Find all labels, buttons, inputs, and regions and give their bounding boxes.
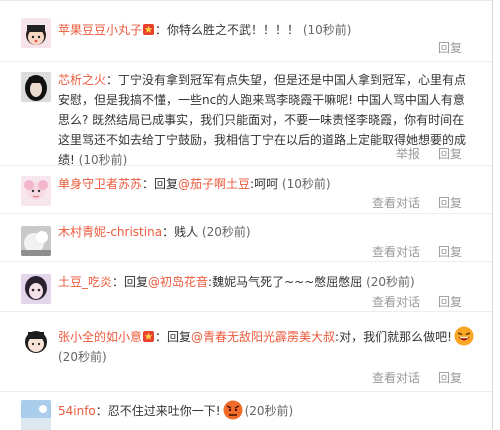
- view-conversation-link[interactable]: 查看对话: [372, 245, 420, 259]
- comment-body: :魏妮马气死了~~~憋屈憋屈: [208, 275, 363, 289]
- comment-body: :呵呵: [250, 177, 279, 191]
- avatar[interactable]: [21, 326, 51, 356]
- username-link[interactable]: 单身守卫者苏苏: [58, 177, 142, 191]
- username-link[interactable]: 芯析之火: [58, 73, 106, 87]
- username-link[interactable]: 苹果豆豆小丸子: [58, 23, 142, 37]
- view-conversation-link[interactable]: 查看对话: [372, 295, 420, 309]
- comment-time: (10秒前): [281, 177, 331, 191]
- comment-text: 单身守卫者苏苏：回复@茄子啊土豆:呵呵 (10秒前): [58, 174, 476, 194]
- view-conversation-link[interactable]: 查看对话: [372, 196, 420, 210]
- username-link[interactable]: 张小全的如小意: [58, 330, 142, 344]
- reply-link[interactable]: 回复: [438, 41, 462, 55]
- comment-actions: 查看对话 回复: [354, 294, 462, 310]
- comment-actions: 查看对话 回复: [354, 370, 462, 386]
- avatar[interactable]: [21, 274, 51, 304]
- avatar[interactable]: [21, 18, 51, 48]
- avatar[interactable]: [21, 176, 51, 206]
- username-link[interactable]: 木村青妮-christina: [58, 225, 162, 239]
- comment-item: 单身守卫者苏苏：回复@茄子啊土豆:呵呵 (10秒前) 查看对话 回复: [0, 166, 492, 214]
- comment-time: (20秒前): [58, 350, 107, 364]
- angry-emoji-icon: [223, 400, 243, 420]
- username-link[interactable]: 土豆_吃炎: [58, 275, 112, 289]
- mention-link[interactable]: @茄子啊土豆: [178, 177, 250, 191]
- comment-body: :对，我们就那么做吧!: [335, 330, 452, 344]
- comment-actions: 举报 回复: [378, 146, 462, 162]
- mention-link[interactable]: @初岛花音: [148, 275, 208, 289]
- reply-link[interactable]: 回复: [438, 245, 462, 259]
- comment-time: (10秒前): [302, 23, 352, 37]
- comment-time: (20秒前): [366, 275, 415, 289]
- comment-item: 芯析之火：丁宁没有拿到冠军有点失望，但是还是中国人拿到冠军，心里有点安慰，但是我…: [0, 62, 492, 167]
- laughing-emoji-icon: [454, 326, 474, 346]
- comment-actions: 查看对话 回复: [354, 195, 462, 211]
- username-link[interactable]: 54info: [58, 404, 96, 418]
- comment-item: 张小全的如小意 ：回复@青春无敌阳光霹雳美大叔:对，我们就那么做吧!(20秒前) …: [0, 312, 492, 392]
- comment-item: 木村青妮-christina：贱人 (20秒前) 查看对话 回复: [0, 214, 492, 262]
- reply-link[interactable]: 回复: [438, 371, 462, 385]
- avatar[interactable]: [21, 72, 51, 102]
- reply-link[interactable]: 回复: [438, 147, 462, 161]
- panel-right-border: [492, 0, 493, 429]
- comment-item: 土豆_吃炎：回复@初岛花音:魏妮马气死了~~~憋屈憋屈 (20秒前) 查看对话 回…: [0, 262, 492, 312]
- vip-star-icon: [143, 331, 155, 342]
- comment-time: (10秒前): [78, 153, 128, 167]
- comment-actions: 回复: [420, 40, 462, 56]
- avatar[interactable]: [21, 226, 51, 256]
- report-link[interactable]: 举报: [396, 147, 420, 161]
- comment-body: ：忍不住过来吐你一下!: [95, 404, 221, 418]
- reply-prefix: ：回复: [112, 275, 149, 289]
- vip-star-icon: [143, 24, 155, 35]
- comment-text: 苹果豆豆小丸子 ：你特么胜之不武！！！！ (10秒前): [58, 20, 476, 40]
- reply-prefix: ：回复: [142, 177, 179, 191]
- comment-time: (20秒前): [244, 404, 294, 418]
- reply-link[interactable]: 回复: [438, 196, 462, 210]
- view-conversation-link[interactable]: 查看对话: [372, 371, 420, 385]
- comment-text: 54info：忍不住过来吐你一下! (20秒前): [58, 400, 476, 421]
- comment-item: 54info：忍不住过来吐你一下! (20秒前): [0, 392, 492, 430]
- comment-text: 木村青妮-christina：贱人 (20秒前): [58, 222, 476, 242]
- comment-text: 土豆_吃炎：回复@初岛花音:魏妮马气死了~~~憋屈憋屈 (20秒前): [58, 272, 476, 292]
- avatar[interactable]: [21, 400, 51, 430]
- reply-prefix: ：回复: [155, 330, 192, 344]
- comment-body: ：你特么胜之不武！！！！: [155, 23, 300, 37]
- comment-item: 苹果豆豆小丸子 ：你特么胜之不武！！！！ (10秒前) 回复: [0, 0, 492, 62]
- comment-actions: 查看对话 回复: [354, 244, 462, 260]
- comment-time: (20秒前): [201, 225, 251, 239]
- comment-text: 张小全的如小意 ：回复@青春无敌阳光霹雳美大叔:对，我们就那么做吧! (20秒前): [58, 326, 476, 367]
- reply-link[interactable]: 回复: [438, 295, 462, 309]
- comment-body: ：贱人: [162, 225, 199, 239]
- mention-link[interactable]: @青春无敌阳光霹雳美大叔: [191, 330, 335, 344]
